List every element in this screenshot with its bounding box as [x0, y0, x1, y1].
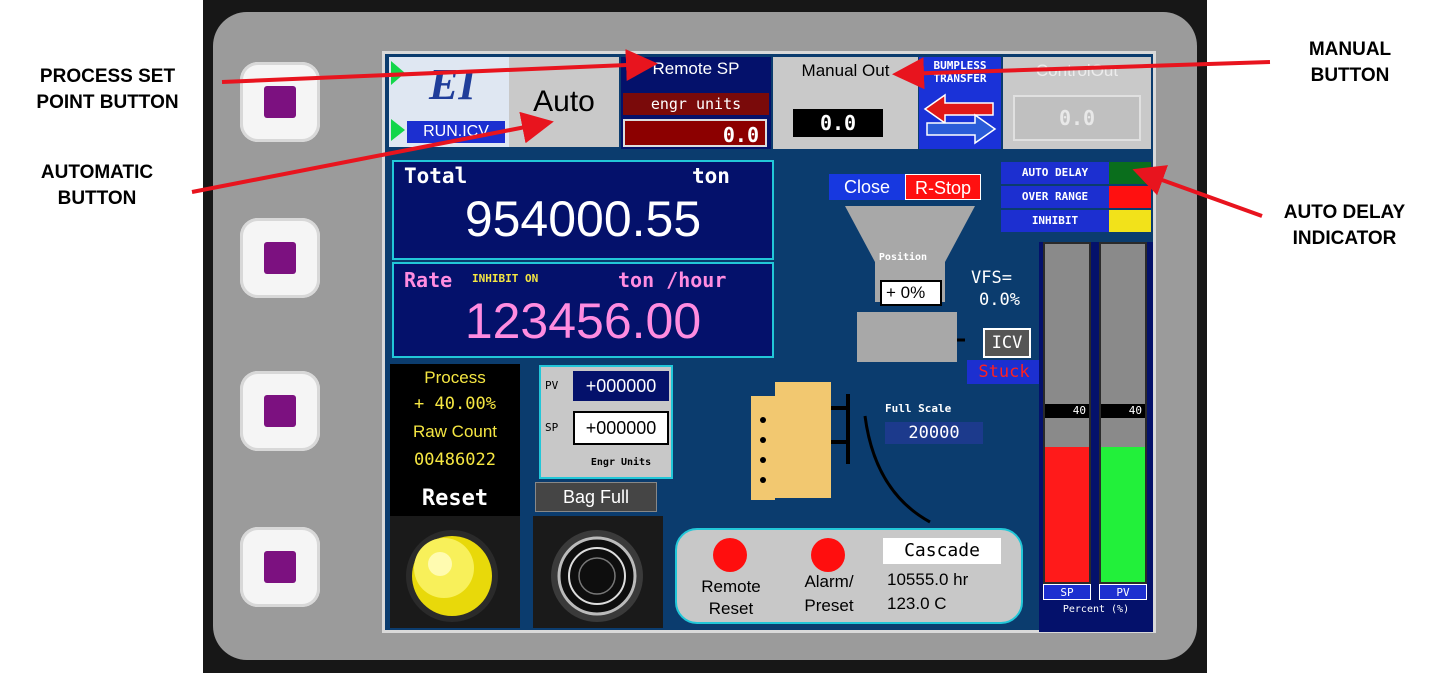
- arrow-automatic: [191, 111, 554, 194]
- arrow-manual: [892, 57, 1271, 90]
- arrow-auto-delay: [1132, 165, 1263, 218]
- callout-arrows: [191, 49, 1271, 218]
- arrow-process-set-point: [221, 49, 658, 84]
